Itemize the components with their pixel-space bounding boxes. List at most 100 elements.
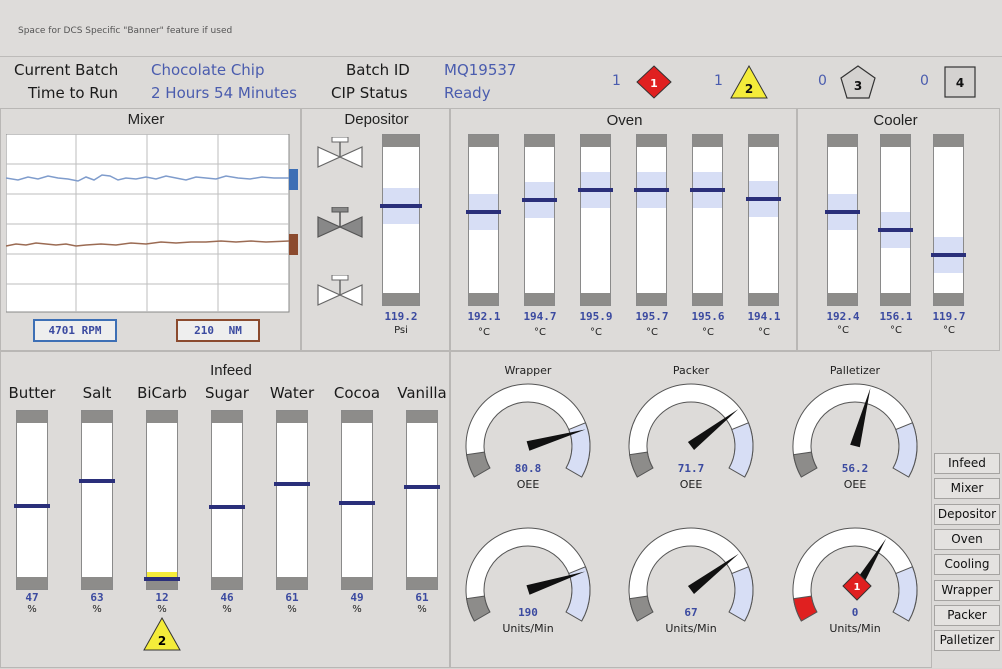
oven-zone-bar-bottom-cap	[581, 293, 610, 305]
gauge-unit: Units/Min	[829, 622, 880, 635]
oven-zone-bar-top-cap	[749, 135, 778, 147]
oven-zone-unit: °C	[646, 327, 658, 338]
cooler-zone-unit: °C	[943, 325, 955, 336]
banner: Space for DCS Specific "Banner" feature …	[0, 0, 1002, 57]
gauge-unit: OEE	[517, 478, 540, 491]
infeed-item-value: 61	[415, 591, 429, 604]
infeed-item-bar	[339, 410, 375, 590]
batch-id-value: MQ19537	[444, 61, 517, 79]
nav-button-infeed[interactable]: Infeed	[934, 453, 1000, 474]
infeed-item-bar	[144, 410, 180, 590]
cooler-zone-bar-top-cap	[881, 135, 910, 147]
hmi-screen: Space for DCS Specific "Banner" feature …	[0, 0, 1002, 668]
cooler-zone-bar-pointer	[878, 227, 913, 232]
depositor-pressure-bar	[380, 134, 422, 306]
infeed-item-bar-top-cap	[212, 411, 242, 423]
alarm-priority-1-icon[interactable]: 1	[634, 64, 674, 100]
oven-zone-value: 195.7	[635, 310, 669, 323]
infeed-item-bar-bottom-cap	[342, 577, 372, 589]
gauge-high-zone	[728, 422, 754, 478]
alarm-count-priority-1: 1	[612, 73, 621, 89]
gauge-low-zone	[793, 451, 818, 478]
infeed-item-bar-pointer	[339, 500, 375, 505]
infeed-item-bar-pointer	[79, 478, 115, 483]
infeed-item-bar-top-cap	[147, 411, 177, 423]
nav-button-cooling[interactable]: Cooling	[934, 554, 1000, 576]
infeed-item-value: 49	[350, 591, 364, 604]
valve-closed-icon[interactable]	[316, 207, 364, 247]
oven-zone-bar-bottom-cap	[469, 293, 498, 305]
cooler-zone-value: 192.4	[826, 310, 860, 323]
batch-id-label: Batch ID	[346, 61, 410, 79]
alarm-priority-4-icon[interactable]: 4	[942, 65, 978, 99]
nav-button-mixer[interactable]: Mixer	[934, 478, 1000, 500]
oven-zone-bar-bottom-cap	[637, 293, 666, 305]
oven-zone-bar-pointer	[578, 187, 613, 192]
oven-zone-bar-bottom-cap	[749, 293, 778, 305]
oven-zone-bar	[522, 134, 557, 306]
infeed-item-value: 61	[285, 591, 299, 604]
infeed-item-value: 46	[220, 591, 234, 604]
oven-zone-bar-pointer	[522, 198, 557, 203]
nav-button-palletizer[interactable]: Palletizer	[934, 630, 1000, 652]
infeed-item-label: Vanilla	[397, 384, 447, 402]
banner-text: Space for DCS Specific "Banner" feature …	[18, 26, 233, 36]
nm-value: 210	[194, 324, 214, 337]
packaging-panel: Wrapper 80.8 OEE Packer 71.7 OEE Palletizer 56.…	[450, 351, 932, 668]
oven-zone-bar	[746, 134, 781, 306]
mixer-trend-chart	[6, 134, 298, 313]
alarm-summary: 1 1 1 2 0 3 0 4	[600, 60, 1000, 104]
infeed-item-label: Butter	[8, 384, 56, 402]
infeed-item-bar-top-cap	[277, 411, 307, 423]
infeed-item-bar-bottom-cap	[82, 577, 112, 589]
nm-readout: 210 NM	[176, 319, 260, 342]
infeed-item-value: 47	[25, 591, 39, 604]
oven-zone-bar-pointer	[466, 210, 501, 215]
infeed-item-bar-bottom-cap	[17, 577, 47, 589]
infeed-item-value: 63	[90, 591, 104, 604]
alarm-priority-2-icon[interactable]: 2	[728, 64, 770, 100]
gauge-value: 190	[518, 606, 538, 619]
cooler-zone-bar	[825, 134, 860, 306]
oven-zone-value: 194.1	[747, 310, 781, 323]
oven-zone-unit: °C	[758, 327, 770, 338]
valve-open-icon-1[interactable]	[316, 137, 364, 177]
nav-button-packer[interactable]: Packer	[934, 604, 1000, 626]
depositor-value: 119.2	[384, 310, 418, 323]
gauge-low-zone	[629, 595, 654, 622]
rpm-marker	[289, 169, 298, 190]
infeed-item-bar-pointer	[404, 484, 440, 489]
nm-marker	[289, 234, 298, 255]
time-to-run-value: 2 Hours 54 Minutes	[151, 84, 297, 102]
oven-panel: Oven 192.1 °C 194.7 °C 195.9 °C 195.7 °C 195.6 °C…	[450, 108, 797, 351]
gauge-high-zone	[892, 566, 918, 622]
rpm-unit: RPM	[81, 324, 102, 337]
infeed-low-level-fill	[147, 572, 177, 577]
nav-button-depositor[interactable]: Depositor	[934, 503, 1000, 525]
infeed-title: Infeed	[210, 362, 252, 379]
depositor-title: Depositor	[344, 111, 409, 128]
infeed-alarm-triangle-icon[interactable]: 2	[142, 616, 182, 652]
oven-title: Oven	[606, 112, 643, 129]
alarm-priority-3-icon[interactable]: 3	[838, 64, 878, 100]
oven-zone-unit: °C	[534, 327, 546, 338]
infeed-item-bar-pointer	[14, 503, 50, 508]
oven-zone-bar	[634, 134, 669, 306]
oven-zone-unit: °C	[590, 327, 602, 338]
cooler-zone-unit: °C	[837, 325, 849, 336]
cooler-zone-bar	[878, 134, 913, 306]
gauge-unit: OEE	[680, 478, 703, 491]
infeed-item-unit: %	[287, 604, 297, 615]
cooler-zone-bar-top-cap	[828, 135, 857, 147]
gauge-high-zone	[565, 566, 591, 622]
nav-button-wrapper[interactable]: Wrapper	[934, 579, 1000, 601]
oven-zone-bar	[578, 134, 613, 306]
oven-zone-bar	[690, 134, 725, 306]
valve-open-icon-2[interactable]	[316, 275, 364, 315]
gauge-alarm-symbol: 1	[854, 582, 861, 593]
nav-button-oven[interactable]: Oven	[934, 528, 1000, 550]
infeed-item-unit: %	[27, 604, 37, 615]
infeed-item-label: BiCarb	[137, 384, 187, 402]
infeed-item-label: Water	[269, 384, 315, 402]
infeed-item-bar-pointer	[209, 505, 245, 510]
